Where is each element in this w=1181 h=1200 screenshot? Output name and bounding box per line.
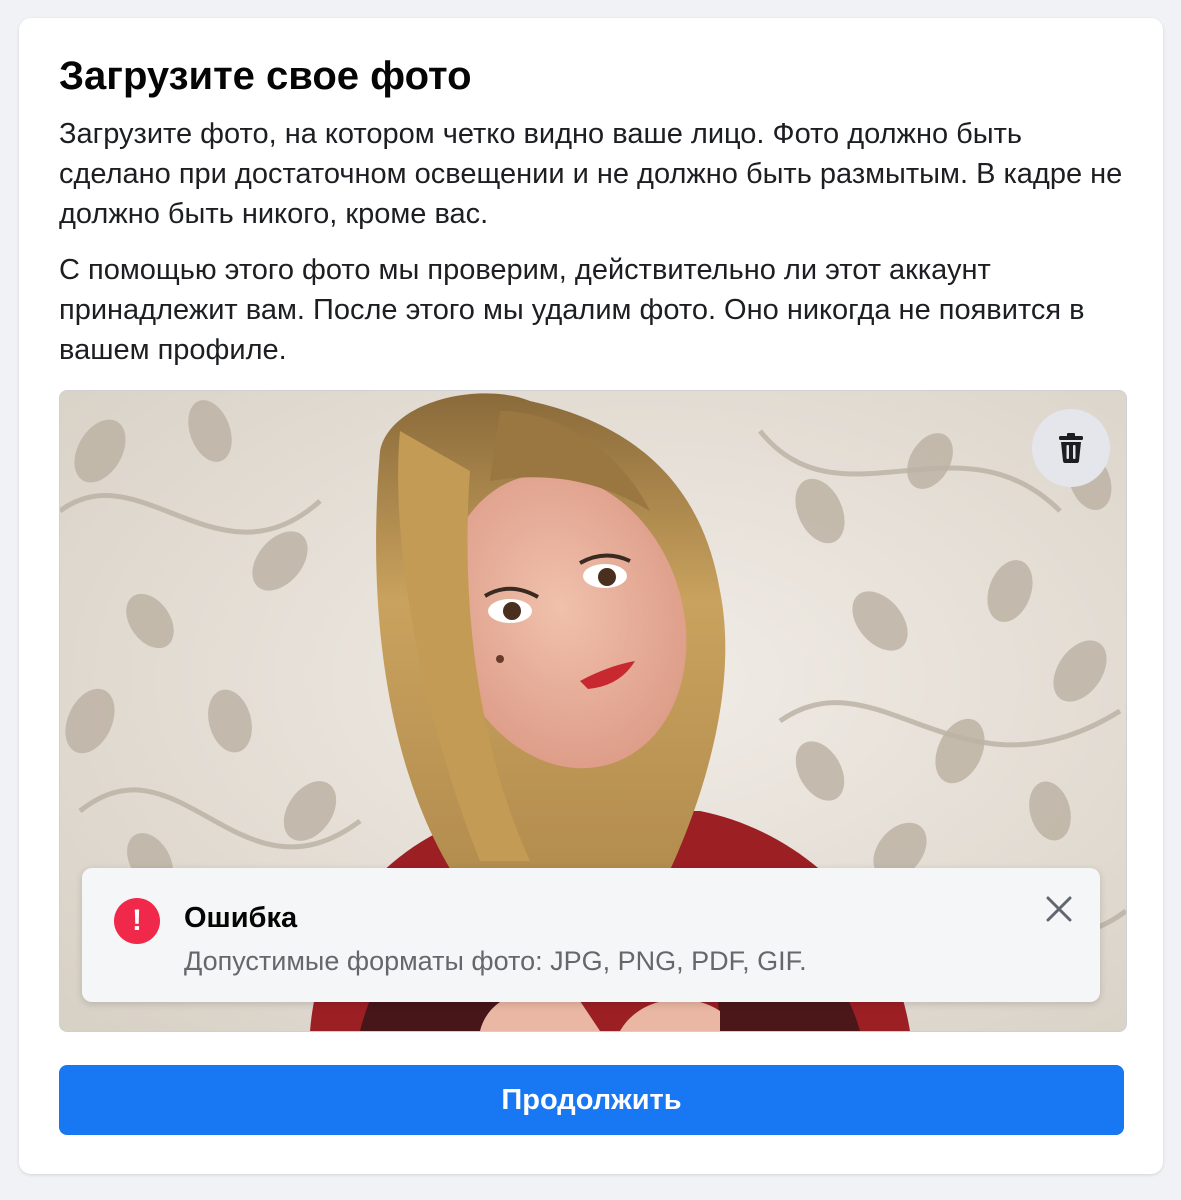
photo-upload-card: Загрузите свое фото Загрузите фото, на к…: [19, 18, 1163, 1174]
exclamation-icon: !: [114, 898, 160, 944]
close-icon: [1046, 896, 1072, 922]
delete-photo-button[interactable]: [1032, 409, 1110, 487]
continue-button[interactable]: Продолжить: [59, 1065, 1124, 1135]
instructions-text: Загрузите фото, на котором четко видно в…: [59, 118, 1123, 230]
error-message: Допустимые форматы фото: JPG, PNG, PDF, …: [184, 946, 807, 976]
page-title: Загрузите свое фото: [59, 54, 472, 98]
uploaded-photo-preview: ! Ошибка Допустимые форматы фото: JPG, P…: [59, 390, 1127, 1032]
error-title: Ошибка: [184, 902, 298, 934]
close-error-button[interactable]: [1040, 890, 1078, 928]
privacy-text: С помощью этого фото мы проверим, действ…: [59, 254, 1085, 366]
trash-icon: [1059, 433, 1083, 463]
error-notification: ! Ошибка Допустимые форматы фото: JPG, P…: [82, 868, 1100, 1002]
